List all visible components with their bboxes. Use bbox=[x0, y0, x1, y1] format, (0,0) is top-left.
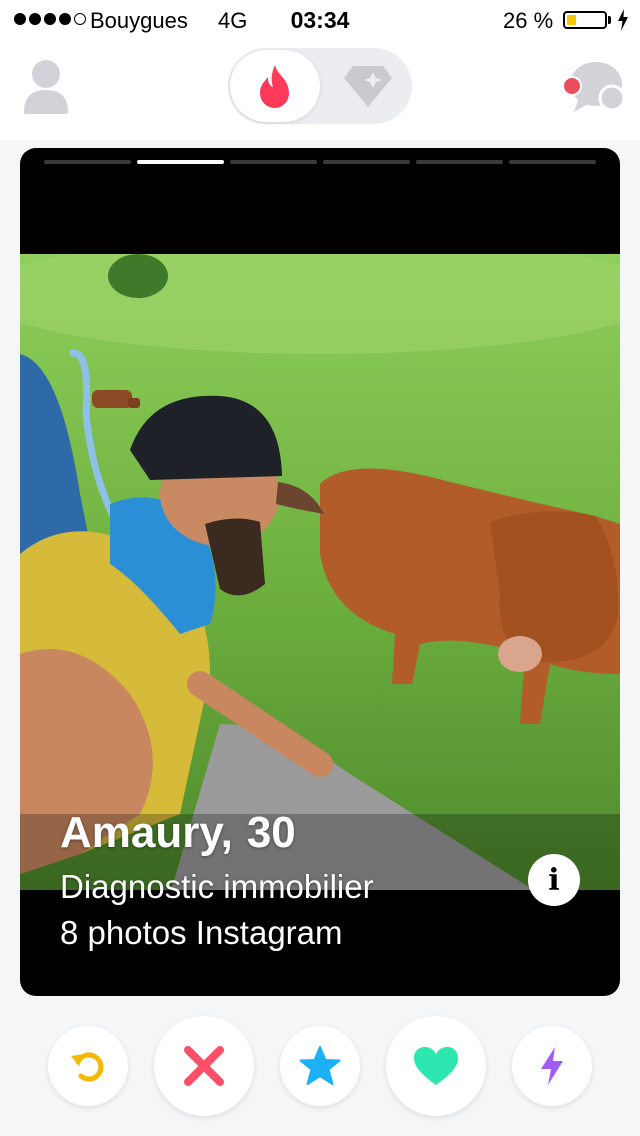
carrier-label: Bouygues bbox=[90, 8, 188, 33]
super-like-button[interactable] bbox=[280, 1026, 360, 1106]
tab-gold[interactable] bbox=[340, 60, 396, 112]
bolt-icon bbox=[541, 1047, 563, 1085]
boost-button[interactable] bbox=[512, 1026, 592, 1106]
photo-progress-bar[interactable] bbox=[230, 160, 317, 164]
flame-icon bbox=[260, 65, 289, 108]
photo-progress-bars bbox=[44, 160, 596, 164]
profile-icon bbox=[24, 60, 68, 114]
photo-progress-bar[interactable] bbox=[44, 160, 131, 164]
network-type: 4G bbox=[218, 8, 248, 33]
photo-progress-bar[interactable] bbox=[416, 160, 503, 164]
discovery-toggle[interactable] bbox=[228, 48, 412, 124]
messages-button[interactable] bbox=[558, 58, 628, 116]
profile-card[interactable]: Amaury, 30 Diagnostic immobilier 8 photos… bbox=[20, 148, 620, 996]
status-bar: Bouygues 4G 03:34 26 % bbox=[0, 0, 640, 40]
battery-percent: 26 % bbox=[503, 8, 554, 33]
profile-age: 30 bbox=[246, 808, 296, 857]
profile-job: Diagnostic immobilier bbox=[60, 868, 374, 905]
profile-name: Amaury, bbox=[60, 808, 233, 857]
star-icon bbox=[299, 1046, 341, 1085]
profile-name-line: Amaury, 30 bbox=[60, 808, 296, 858]
profile-button[interactable] bbox=[20, 56, 72, 116]
top-navigation bbox=[0, 40, 640, 140]
info-icon[interactable]: i bbox=[528, 854, 580, 906]
diamond-icon bbox=[344, 66, 392, 107]
photo-progress-bar[interactable] bbox=[323, 160, 410, 164]
like-button[interactable] bbox=[386, 1016, 486, 1116]
rewind-button[interactable] bbox=[48, 1026, 128, 1106]
charging-bolt-icon bbox=[618, 9, 628, 31]
photo-progress-bar[interactable] bbox=[137, 160, 224, 164]
photo-progress-bar[interactable] bbox=[509, 160, 596, 164]
tab-swipe[interactable] bbox=[230, 50, 320, 122]
chat-icon bbox=[562, 62, 626, 112]
instagram-photos-link[interactable]: 8 photos Instagram bbox=[60, 914, 343, 952]
x-icon bbox=[184, 1046, 224, 1086]
signal-dots-icon bbox=[14, 13, 86, 25]
profile-photo[interactable] bbox=[20, 254, 620, 890]
heart-icon bbox=[414, 1047, 458, 1085]
notification-dot bbox=[562, 76, 582, 96]
rewind-icon bbox=[71, 1052, 104, 1082]
battery-icon bbox=[563, 11, 607, 29]
action-bar bbox=[0, 1016, 640, 1116]
nope-button[interactable] bbox=[154, 1016, 254, 1116]
